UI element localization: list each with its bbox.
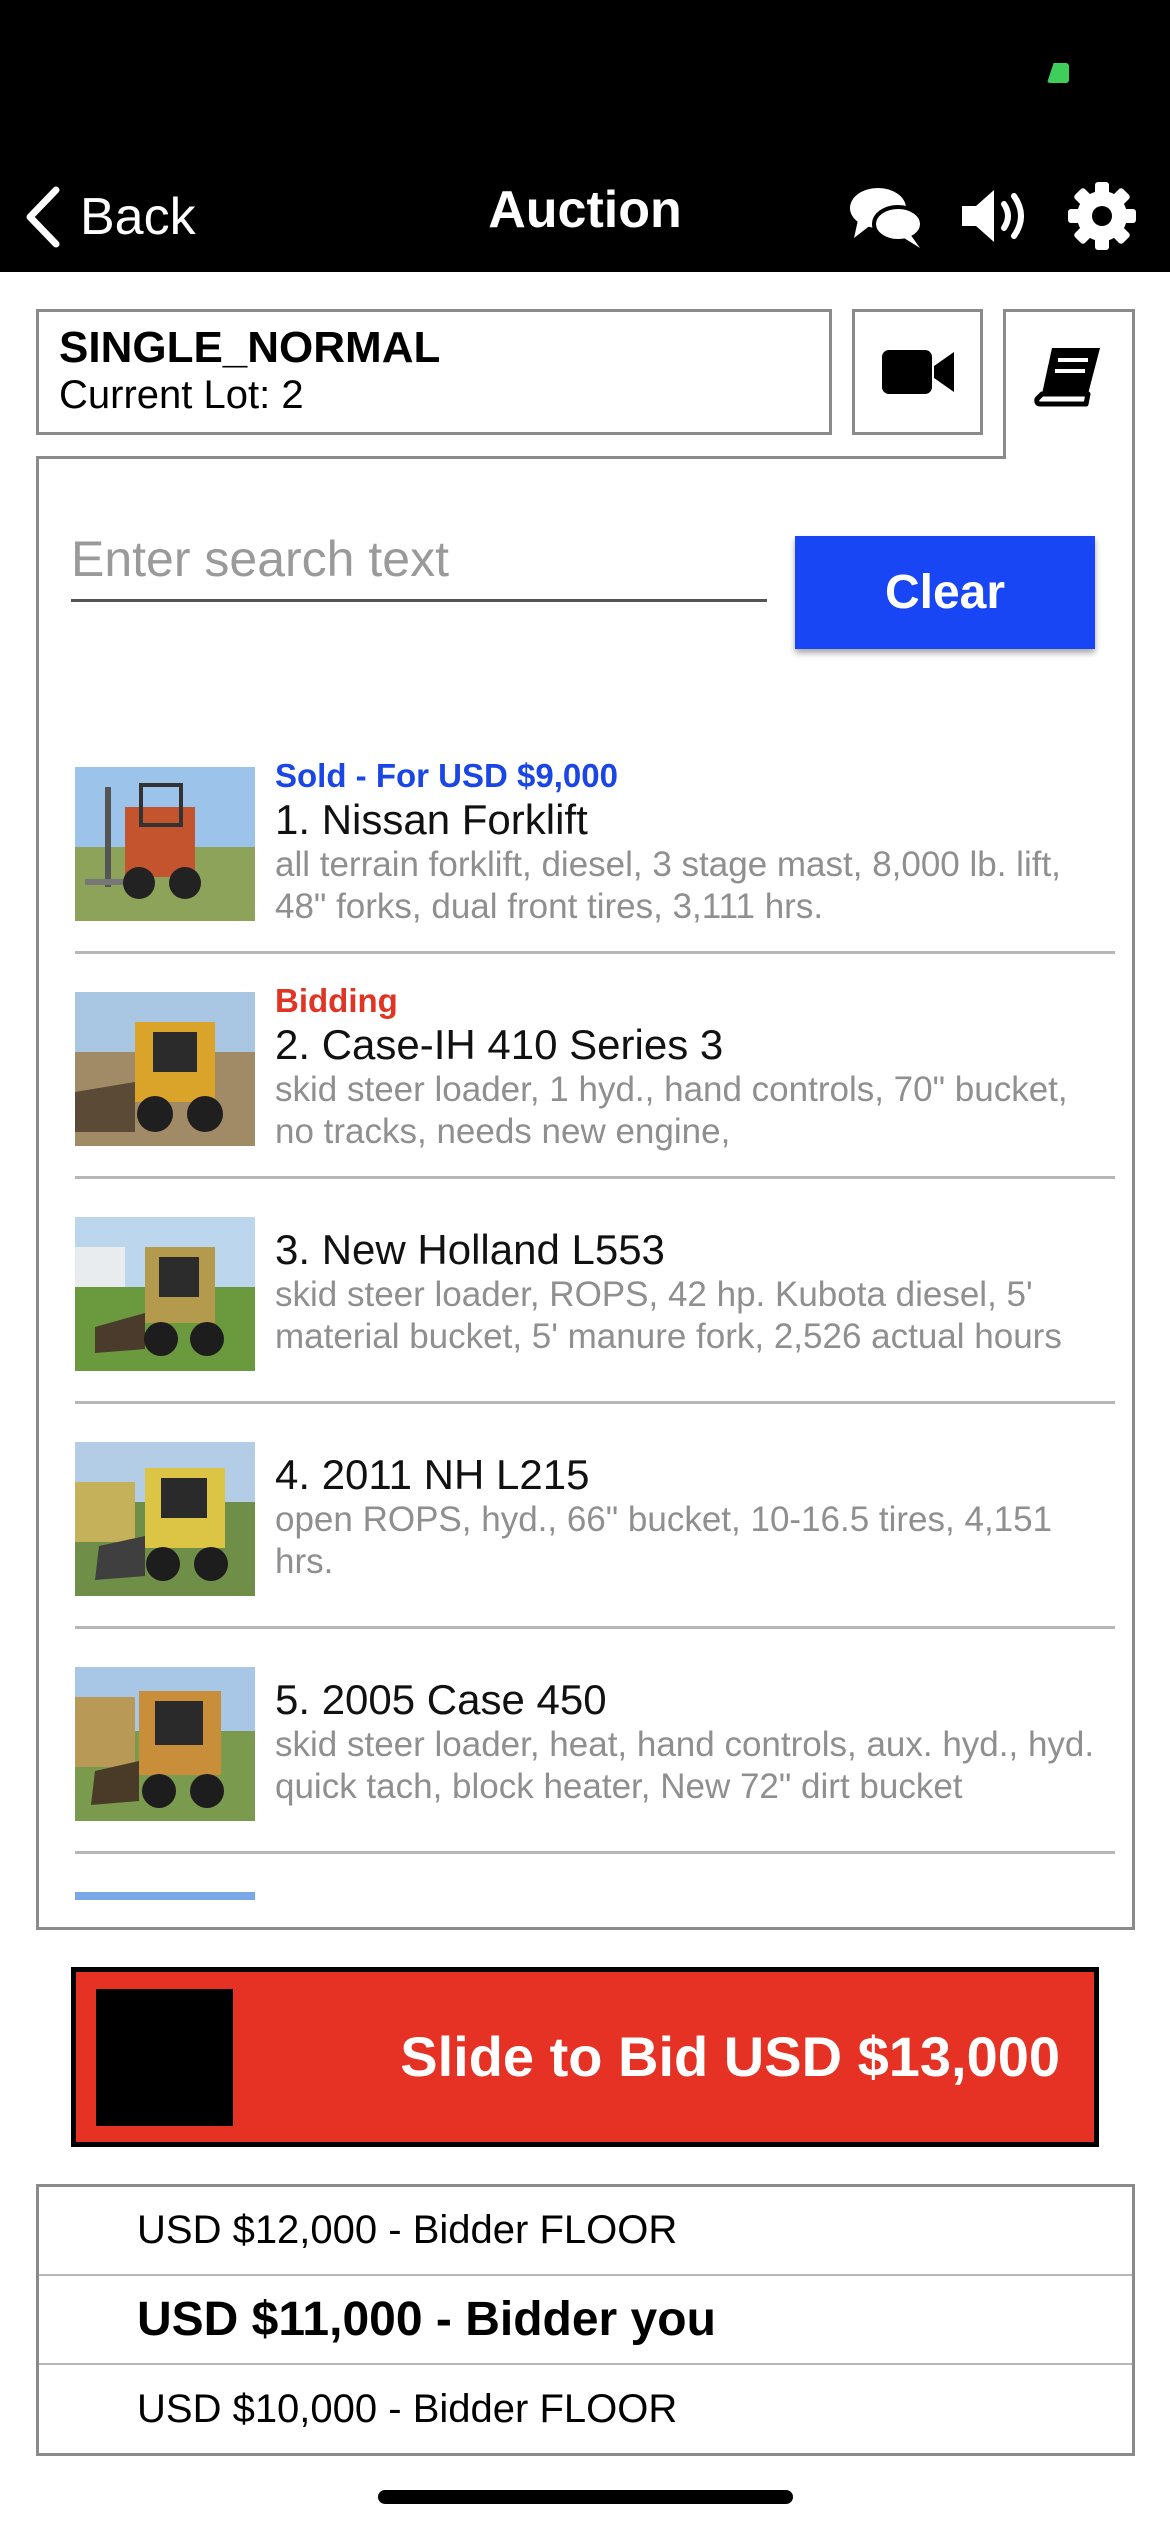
lot-status: Sold - For USD $9,000 — [275, 756, 618, 794]
sound-button[interactable] — [958, 180, 1034, 252]
search-input[interactable] — [71, 519, 767, 602]
lot-description: skid steer loader, 1 hyd., hand controls… — [275, 1069, 1068, 1151]
navigation-bar: Back Auction — [0, 160, 1170, 272]
chat-button[interactable] — [848, 180, 924, 252]
lot-description: skid steer loader, ROPS, 42 hp. Kubota d… — [275, 1274, 1062, 1356]
lot-thumbnail — [75, 992, 255, 1146]
bid-history-row-you: USD $11,000 - Bidder you — [39, 2276, 1132, 2365]
auction-name: SINGLE_NORMAL — [59, 323, 441, 372]
catalog-panel: Clear Sold - For USD $9,000 1. Nissan Fo… — [36, 456, 1135, 1930]
tab-video[interactable] — [852, 309, 983, 435]
chat-icon — [850, 188, 924, 248]
lot-list: Sold - For USD $9,000 1. Nissan Forklift… — [75, 729, 1115, 1914]
lot-item-partial — [75, 1854, 1115, 1914]
lot-item[interactable]: 5. 2005 Case 450 skid steer loader, heat… — [75, 1629, 1115, 1854]
chevron-left-icon — [26, 186, 60, 248]
lot-title: 2. Case-IH 410 Series 3 — [275, 1020, 724, 1068]
lot-thumbnail — [75, 1667, 255, 1821]
lot-item[interactable]: 4. 2011 NH L215 open ROPS, hyd., 66" buc… — [75, 1404, 1115, 1629]
lot-thumbnail — [75, 1442, 255, 1596]
status-bar — [0, 0, 1170, 160]
bid-history-row: USD $10,000 - Bidder FLOOR — [137, 2387, 678, 2431]
lot-thumbnail — [75, 767, 255, 921]
lot-thumbnail — [75, 1892, 255, 1900]
lot-title: 3. New Holland L553 — [275, 1225, 665, 1273]
clear-button[interactable]: Clear — [795, 536, 1095, 649]
back-button[interactable]: Back — [22, 174, 196, 260]
auction-header: SINGLE_NORMAL Current Lot: 2 — [36, 309, 832, 435]
gear-icon — [1068, 182, 1136, 250]
lot-item[interactable]: Sold - For USD $9,000 1. Nissan Forklift… — [75, 729, 1115, 954]
video-camera-icon — [881, 350, 954, 394]
bid-history: USD $12,000 - Bidder FLOOR USD $11,000 -… — [36, 2184, 1135, 2456]
lot-description: open ROPS, hyd., 66" bucket, 10-16.5 tir… — [275, 1499, 1053, 1581]
speaker-icon — [962, 190, 1024, 242]
lot-item[interactable]: Bidding 2. Case-IH 410 Series 3 skid ste… — [75, 954, 1115, 1179]
tab-catalog[interactable] — [1003, 309, 1135, 459]
book-icon — [1034, 348, 1100, 407]
lot-title: 4. 2011 NH L215 — [275, 1450, 590, 1498]
bid-history-row: USD $12,000 - Bidder FLOOR — [39, 2187, 1132, 2276]
back-label: Back — [80, 188, 196, 246]
battery-indicator — [1047, 63, 1069, 83]
slide-handle[interactable] — [96, 1989, 233, 2126]
settings-button[interactable] — [1064, 180, 1140, 252]
lot-description: all terrain forklift, diesel, 3 stage ma… — [275, 844, 1061, 926]
lot-status: Bidding — [275, 981, 398, 1019]
lot-description: skid steer loader, heat, hand controls, … — [275, 1724, 1095, 1806]
current-lot-label: Current Lot: 2 — [59, 373, 304, 417]
lot-thumbnail — [75, 1217, 255, 1371]
slide-to-bid[interactable]: Slide to Bid USD $13,000 — [71, 1967, 1099, 2147]
lot-title: 5. 2005 Case 450 — [275, 1675, 607, 1723]
lot-title: 1. Nissan Forklift — [275, 795, 588, 843]
home-indicator — [378, 2490, 793, 2504]
slide-to-bid-label: Slide to Bid USD $13,000 — [400, 2025, 1060, 2088]
lot-item[interactable]: 3. New Holland L553 skid steer loader, R… — [75, 1179, 1115, 1404]
